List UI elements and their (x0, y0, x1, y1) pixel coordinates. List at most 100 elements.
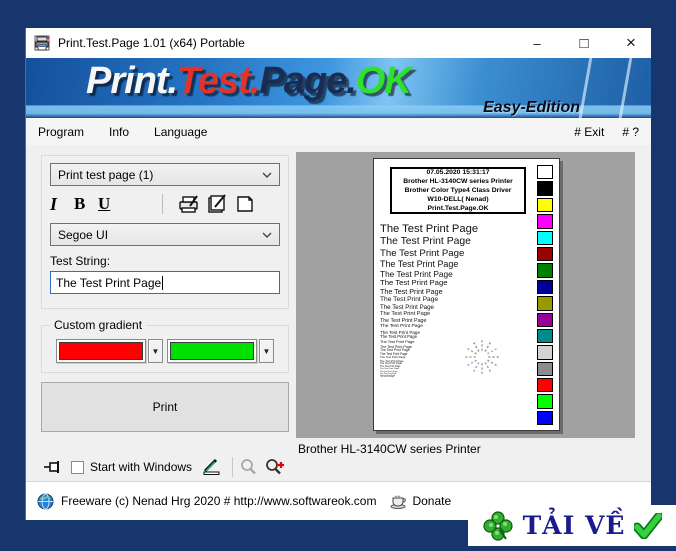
color-bar (537, 197, 553, 213)
gradient-color-1-swatch-button[interactable] (56, 339, 146, 363)
banner-pane-line (578, 58, 593, 118)
close-button[interactable]: × (611, 28, 651, 58)
chevron-down-icon (262, 232, 272, 238)
banner-word-ok: OK (355, 60, 412, 102)
menu-item-language[interactable]: Language (154, 125, 207, 139)
gradient-color-2-swatch-button[interactable] (167, 339, 257, 363)
banner-pane-line (618, 58, 633, 118)
color-bar (537, 214, 553, 229)
gradient-color-1: ▼ (56, 339, 163, 363)
freeware-link[interactable]: Freeware (c) Nenad Hrg 2020 # http://www… (61, 494, 376, 508)
test-line: The Test Print Page (380, 311, 431, 318)
menu-item-info[interactable]: Info (109, 125, 129, 139)
menubar: Program Info Language # Exit # ? (26, 118, 651, 145)
test-line: The Test Print Page (380, 304, 434, 312)
test-page-groupbox: Print test page (1) I B U Segoe UI Test … (41, 155, 289, 309)
preview-header-box: 07.05.2020 15:31:17 Brother HL-3140CW se… (390, 167, 526, 214)
menu-right-group: # Exit # ? (574, 125, 639, 139)
menu-item-exit[interactable]: # Exit (574, 125, 604, 139)
test-line: The Test Print Page (380, 223, 479, 235)
checkmark-icon (634, 512, 663, 539)
banner-edition: Easy-Edition (483, 99, 580, 116)
gradient-color-1-swatch (59, 342, 143, 360)
gradient-color-2-dropdown[interactable]: ▼ (259, 339, 274, 363)
banner-title: Print.Test.Page.OK (86, 60, 412, 103)
menu-item-program[interactable]: Program (38, 125, 84, 139)
main-area: Print test page (1) I B U Segoe UI Test … (26, 145, 651, 481)
page-setup-icon[interactable] (205, 194, 229, 214)
print-preview: 07.05.2020 15:31:17 Brother HL-3140CW se… (296, 152, 635, 438)
test-string-label: Test String: (50, 254, 111, 268)
preview-header-line: Brother HL-3140CW series Printer (403, 178, 513, 185)
color-bars (537, 165, 553, 426)
color-bar (537, 361, 553, 377)
color-bar (537, 246, 553, 262)
globe-icon (37, 493, 54, 509)
custom-gradient-label: Custom gradient (50, 318, 147, 332)
print-button[interactable]: Print (41, 382, 289, 432)
color-bar (537, 279, 553, 295)
donate-cup-icon (390, 495, 407, 509)
donate-group[interactable]: Donate (390, 494, 451, 509)
test-string-input[interactable]: The Test Print Page (50, 271, 280, 294)
test-line: The Test Print Page (380, 278, 448, 288)
color-bar (537, 378, 553, 393)
test-page-select[interactable]: Print test page (1) (50, 163, 280, 186)
donate-label: Donate (412, 494, 452, 508)
test-line: The Test Print Page (380, 235, 471, 247)
gradient-color-2: ▼ (167, 339, 274, 363)
options-row: Start with Windows (44, 454, 286, 480)
preview-header-line: 07.05.2020 15:31:17 (426, 169, 490, 176)
pin-icon[interactable] (44, 460, 63, 474)
test-string-value: The Test Print Page (56, 275, 162, 290)
underline-button[interactable]: U (98, 194, 122, 214)
toolbar-separator (162, 194, 163, 214)
color-bar (537, 345, 553, 360)
gradient-color-1-dropdown[interactable]: ▼ (148, 339, 163, 363)
font-select-value: Segoe UI (58, 227, 109, 242)
color-bar (537, 394, 553, 409)
starburst-pattern (463, 338, 501, 376)
app-window: Print.Test.Page 1.01 (x64) Portable – □ … (25, 28, 651, 520)
color-bar (537, 181, 553, 196)
download-badge-label: TẢI VỀ (522, 511, 626, 540)
bold-button[interactable]: B (74, 194, 98, 214)
font-select[interactable]: Segoe UI (50, 223, 280, 246)
test-line: The Test Print Page (380, 288, 443, 297)
download-badge[interactable]: TẢI VỀ (468, 505, 676, 546)
chevron-down-icon (262, 172, 272, 178)
preview-header-line: W10-DELL( Nenad) (427, 196, 489, 203)
printer-name-label: Brother HL-3140CW series Printer (298, 442, 481, 456)
window-title: Print.Test.Page 1.01 (x64) Portable (58, 36, 245, 50)
start-with-windows-checkbox[interactable] (71, 460, 84, 474)
preview-page: 07.05.2020 15:31:17 Brother HL-3140CW se… (373, 158, 560, 431)
preview-header-line: Print.Test.Page.OK (427, 205, 489, 212)
maximize-button[interactable]: □ (564, 28, 604, 58)
test-line: The Test Print Page (380, 248, 465, 260)
test-line: The Test Print Page (380, 296, 439, 304)
banner: Print.Test.Page.OK Easy-Edition (26, 58, 651, 118)
new-page-icon[interactable] (233, 194, 257, 214)
color-bar (537, 165, 553, 180)
color-bar (537, 230, 553, 245)
gradient-color-2-swatch (170, 342, 254, 360)
print-icon[interactable] (177, 194, 201, 214)
zoom-icon[interactable] (239, 458, 259, 476)
banner-word-test: Test. (177, 60, 260, 102)
color-bar (537, 312, 553, 327)
edit-pencil-icon[interactable] (202, 458, 224, 476)
format-toolbar: I B U (50, 191, 280, 217)
start-with-windows-label: Start with Windows (90, 460, 193, 474)
text-caret (162, 275, 164, 290)
zoom-plus-icon[interactable] (264, 458, 286, 476)
app-icon (34, 35, 50, 51)
options-separator (232, 457, 234, 477)
menu-item-help[interactable]: # ? (622, 125, 639, 139)
color-bar (537, 410, 553, 426)
clover-icon (482, 510, 513, 541)
test-page-select-value: Print test page (1) (58, 167, 154, 182)
color-bar (537, 328, 553, 344)
banner-word-page: Page. (259, 60, 356, 102)
minimize-button[interactable]: – (517, 28, 557, 58)
italic-button[interactable]: I (50, 194, 74, 215)
